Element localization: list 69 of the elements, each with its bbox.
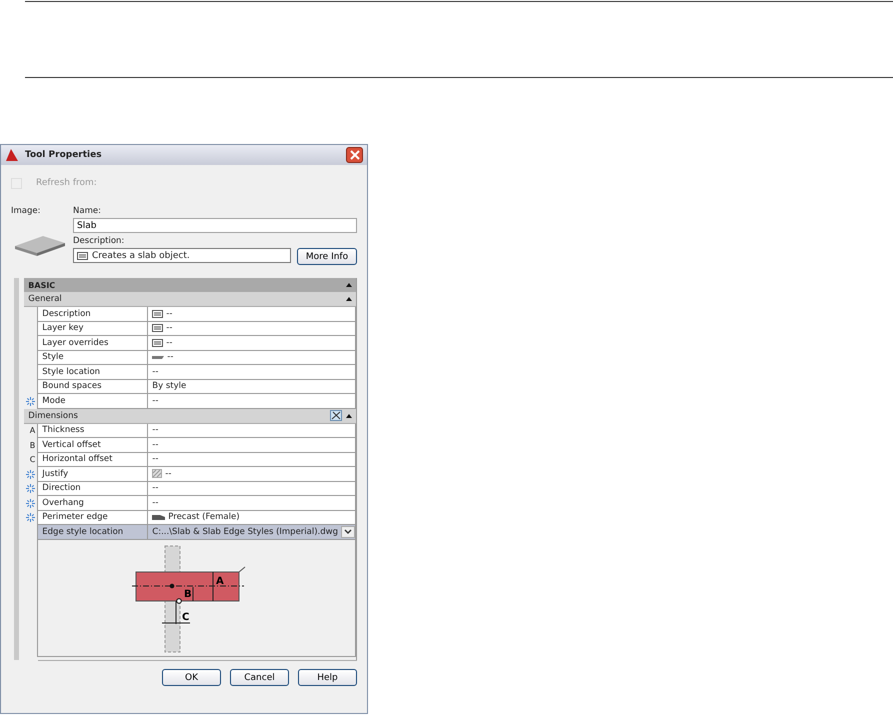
group-title: General <box>28 294 62 304</box>
image-label: Image: <box>11 205 42 218</box>
property-value[interactable]: -- <box>152 366 158 377</box>
property-name: Style <box>37 350 148 365</box>
property-value[interactable]: -- <box>167 352 174 362</box>
property-value[interactable]: -- <box>166 323 172 334</box>
asterisk-icon <box>26 470 36 479</box>
chevron-icon <box>344 529 352 534</box>
logo-icon <box>5 148 19 162</box>
group-title: Dimensions <box>28 410 78 420</box>
category-header[interactable]: BASIC <box>24 278 356 292</box>
property-name: Edge style location <box>37 525 148 540</box>
name-field[interactable]: Slab <box>73 218 357 233</box>
dimension-tool-icon[interactable] <box>330 410 342 421</box>
property-name: Thickness <box>37 424 148 438</box>
note-icon <box>77 252 88 260</box>
dimension-letter: C <box>30 455 36 464</box>
property-value[interactable]: By style <box>152 381 186 392</box>
note-icon[interactable] <box>152 338 164 347</box>
property-name: Description <box>37 307 148 322</box>
category-title: BASIC <box>28 280 56 290</box>
group-header[interactable]: General <box>24 292 356 307</box>
slab-icon <box>13 234 65 256</box>
name-label: Name: <box>73 205 102 218</box>
property-value[interactable]: -- <box>165 468 172 479</box>
more-info-button[interactable]: More Info <box>297 248 357 265</box>
property-name: Vertical offset <box>37 438 148 452</box>
slab-dimension-drawing: A B C <box>132 544 262 654</box>
refresh-label: Refresh from: <box>36 178 97 188</box>
property-value[interactable]: -- <box>152 396 158 406</box>
slab-icon <box>152 355 164 360</box>
property-value[interactable]: -- <box>152 498 158 508</box>
note-icon[interactable] <box>152 324 164 332</box>
collapse-icon[interactable] <box>346 297 352 301</box>
property-name: Bound spaces <box>37 380 148 394</box>
property-name: Overhang <box>37 496 148 510</box>
note-icon[interactable] <box>152 310 164 318</box>
asterisk-icon <box>26 396 36 406</box>
dropdown-button[interactable] <box>341 526 355 538</box>
dimension-letter: A <box>30 426 36 436</box>
collapse-icon[interactable] <box>346 414 352 418</box>
description-field[interactable]: Creates a slab object. <box>73 248 291 263</box>
property-name: Direction <box>37 482 148 496</box>
property-name: Style location <box>37 365 148 380</box>
edge-icon <box>152 514 166 520</box>
property-name: Perimeter edge <box>37 510 148 525</box>
property-value[interactable]: -- <box>152 483 158 494</box>
dialog-button[interactable]: OK <box>162 669 221 686</box>
property-value[interactable]: -- <box>152 425 158 436</box>
property-name: Mode <box>37 394 148 408</box>
group-header[interactable]: Dimensions <box>24 408 356 424</box>
collapse-icon[interactable] <box>346 283 352 287</box>
dialog-button[interactable]: Help <box>298 669 357 686</box>
dialog-button[interactable]: Cancel <box>230 669 289 686</box>
property-name: Layer key <box>37 322 148 336</box>
property-value[interactable]: -- <box>166 338 172 348</box>
window-title: Tool Properties <box>25 150 103 160</box>
property-value[interactable]: -- <box>152 440 158 450</box>
asterisk-icon <box>26 484 36 494</box>
description-label: Description: <box>73 235 126 248</box>
property-name: Justify <box>37 467 148 482</box>
property-name: Horizontal offset <box>37 452 148 467</box>
property-name: Layer overrides <box>37 336 148 350</box>
dimension-letter: B <box>30 440 36 450</box>
property-value[interactable]: -- <box>166 308 172 319</box>
asterisk-icon <box>26 513 36 522</box>
asterisk-icon <box>26 498 36 508</box>
close-button[interactable] <box>346 147 363 163</box>
property-value[interactable]: -- <box>152 454 158 464</box>
